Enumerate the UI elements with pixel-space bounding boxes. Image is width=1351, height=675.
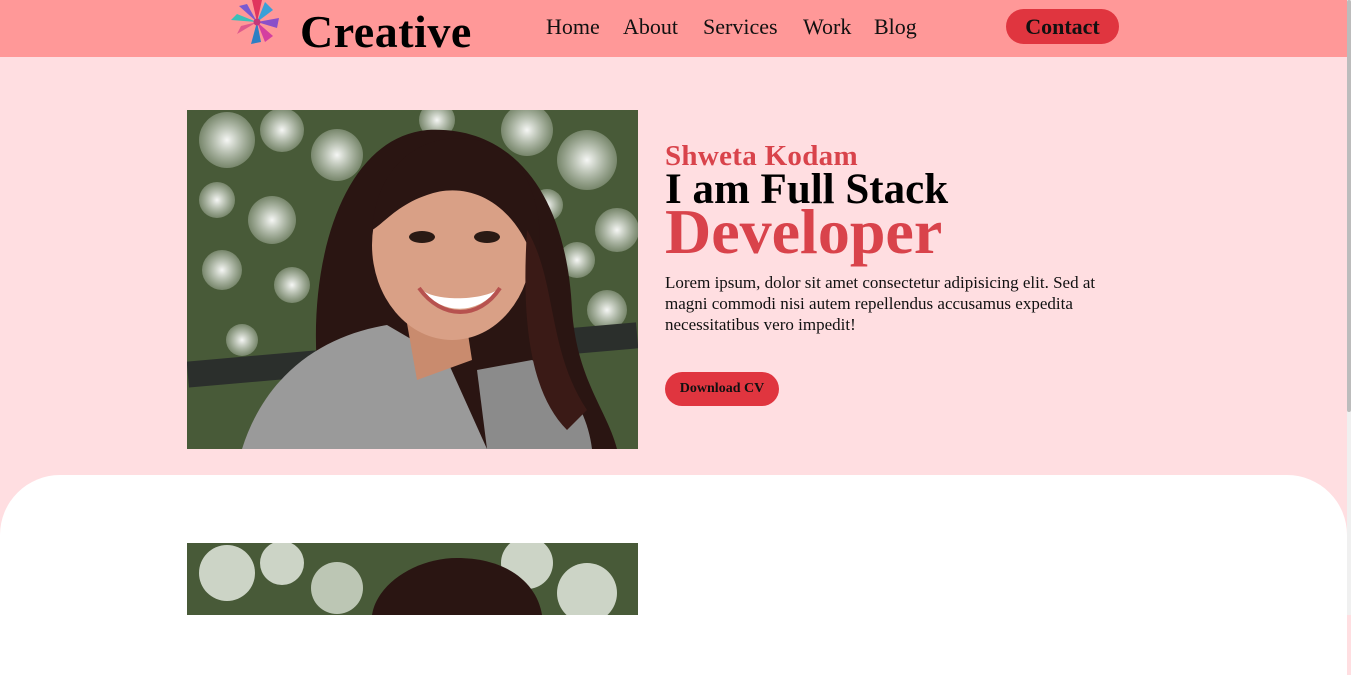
nav-work[interactable]: Work	[803, 12, 851, 42]
nav-about[interactable]: About	[623, 12, 678, 42]
download-cv-button[interactable]: Download CV	[665, 372, 779, 406]
nav-services[interactable]: Services	[703, 12, 778, 42]
brand-name[interactable]: Creative	[300, 6, 472, 58]
flower-logo-icon[interactable]	[229, 0, 285, 46]
scrollbar-thumb[interactable]	[1347, 0, 1351, 412]
site-header: Creative Home About Services Work Blog C…	[0, 0, 1347, 57]
page-scrollbar[interactable]	[1347, 0, 1351, 615]
nav-blog[interactable]: Blog	[874, 12, 917, 42]
nav-home[interactable]: Home	[546, 12, 600, 42]
contact-button[interactable]: Contact	[1006, 9, 1119, 44]
hero-title-line2: Developer	[665, 196, 943, 267]
about-photo	[187, 543, 638, 615]
hero-description: Lorem ipsum, dolor sit amet consectetur …	[665, 273, 1096, 334]
profile-photo	[187, 110, 638, 449]
